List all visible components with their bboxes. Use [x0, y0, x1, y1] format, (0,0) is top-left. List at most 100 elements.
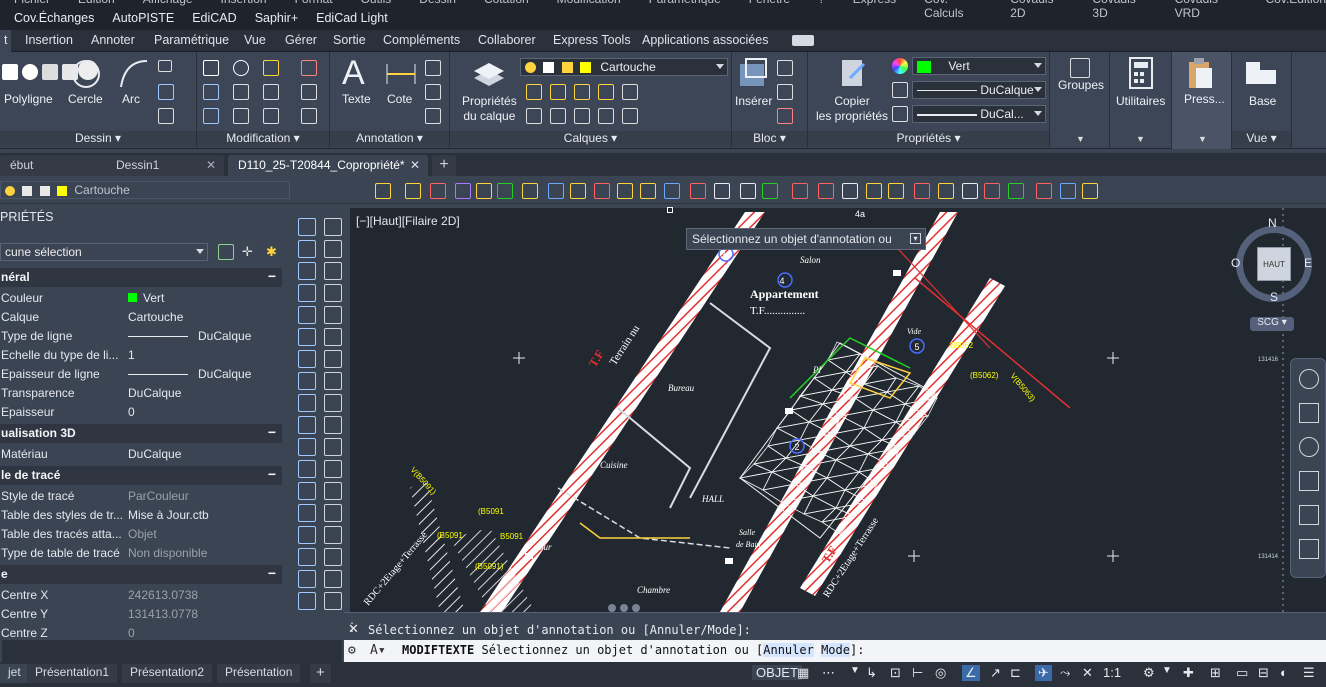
ortho-icon[interactable]: ⊢ — [912, 665, 923, 681]
menu-top-item[interactable]: Covadis VRD — [1175, 0, 1238, 20]
modify-tool-icon[interactable] — [324, 504, 342, 522]
toolbar-tool-icon[interactable] — [888, 183, 904, 199]
calculator-icon[interactable] — [1128, 56, 1154, 90]
layer-properties-icon[interactable] — [470, 56, 508, 90]
leader-icon[interactable] — [425, 60, 441, 76]
menu-item[interactable]: Cov.Échanges — [14, 11, 94, 25]
workspace-gear-icon[interactable]: ⚙ — [1143, 665, 1155, 681]
customization-menu-icon[interactable]: ☰ — [1303, 665, 1315, 681]
annotation-monitor-plus-icon[interactable]: ✚ — [1183, 665, 1194, 681]
menu-top-item[interactable]: Paramétrique — [649, 0, 721, 6]
menu-top-item[interactable]: Insertion — [221, 0, 267, 6]
toolbar-tool-icon[interactable] — [818, 183, 834, 199]
explode-icon[interactable] — [301, 84, 317, 100]
toolbar-tool-icon[interactable] — [1008, 183, 1024, 199]
color-dropdown[interactable]: Vert — [912, 57, 1046, 75]
menu-top-item[interactable]: Dessin — [419, 0, 456, 6]
toolbar-tool-icon[interactable] — [1082, 183, 1098, 199]
toolbar-tool-icon[interactable] — [640, 183, 656, 199]
modify-tool-icon[interactable] — [324, 460, 342, 478]
ribbon-tab-parametrique[interactable]: Paramétrique — [154, 33, 229, 47]
quick-properties-icon[interactable]: ▭ — [1236, 665, 1248, 681]
annotation-visibility-icon[interactable]: ✈ — [1035, 665, 1052, 681]
property-row[interactable]: Type de table de tracé Non disponible — [0, 544, 282, 563]
ribbon-tab-collaborer[interactable]: Collaborer — [478, 33, 536, 47]
menu-top-item[interactable]: Cov.Édition — [1266, 0, 1326, 6]
layer-tool-3-icon[interactable] — [574, 84, 590, 100]
toolbar-tool-icon[interactable] — [1036, 183, 1052, 199]
property-section-trace[interactable]: le de tracé − — [0, 466, 282, 485]
command-grip[interactable]: ⋮ — [346, 620, 358, 660]
modify-tool-icon[interactable] — [324, 592, 342, 610]
toolbar-tool-icon[interactable] — [375, 183, 391, 199]
ribbon-tab-complements[interactable]: Compléments — [383, 33, 460, 47]
block-attribute-icon[interactable] — [777, 108, 793, 124]
menu-item[interactable]: AutoPISTE — [112, 11, 174, 25]
toolbar-tool-icon[interactable] — [740, 183, 756, 199]
auto-scale-icon[interactable]: ⤳ — [1060, 665, 1070, 681]
arc-tool-icon[interactable] — [117, 57, 151, 91]
menu-item[interactable]: Saphir+ — [255, 11, 298, 25]
toggle-pickadd-icon[interactable] — [218, 244, 234, 260]
layout-tab-model[interactable]: jet — [0, 664, 29, 683]
layer-properties-button[interactable]: Propriétés du calque — [462, 94, 517, 124]
collapse-icon[interactable]: − — [268, 268, 276, 284]
draw-tool-icon[interactable] — [298, 350, 316, 368]
table-icon[interactable] — [425, 108, 441, 124]
help-icon[interactable] — [22, 64, 38, 80]
toolbar-tool-icon[interactable] — [762, 183, 778, 199]
collapse-icon[interactable]: − — [268, 466, 276, 482]
grid-icon[interactable] — [2, 64, 18, 80]
property-section-visu3d[interactable]: ualisation 3D − — [0, 424, 282, 443]
layer-tool-5-icon[interactable] — [622, 84, 638, 100]
property-row[interactable]: Centre X 242613.0738 — [0, 586, 282, 605]
base-view-icon[interactable] — [1244, 60, 1278, 88]
modify-tool-icon[interactable] — [324, 570, 342, 588]
multileader-icon[interactable] — [425, 84, 441, 100]
toolbar-tool-icon[interactable] — [430, 183, 446, 199]
ribbon-tab-express-tools[interactable]: Express Tools — [553, 33, 631, 47]
snap-toggle-icon[interactable]: ⋯ — [822, 665, 835, 681]
zoom-icon[interactable] — [1299, 437, 1319, 457]
toolbar-tool-icon[interactable] — [938, 183, 954, 199]
presse-papiers-button[interactable]: Press... — [1184, 92, 1225, 106]
insert-block-icon[interactable] — [736, 56, 770, 90]
property-row[interactable]: Echelle du type de li... 1 — [0, 346, 282, 365]
draw-tool-icon[interactable] — [298, 262, 316, 280]
toolbar-tool-icon[interactable] — [1060, 183, 1076, 199]
layout-tab-presentation2[interactable]: Présentation2 — [122, 664, 213, 683]
polyligne-button[interactable]: Polyligne — [4, 92, 53, 106]
modify-tool-icon[interactable] — [324, 548, 342, 566]
draw-tool-icon[interactable] — [298, 284, 316, 302]
isolate-objects-icon[interactable]: ◐ — [1280, 665, 1288, 680]
clipboard-icon[interactable] — [1186, 56, 1216, 90]
toolbar-tool-icon[interactable] — [664, 183, 680, 199]
modify-tool-icon[interactable] — [324, 284, 342, 302]
model-space-button[interactable]: OBJET — [752, 665, 802, 680]
modify-tool-icon[interactable] — [324, 526, 342, 544]
utilitaires-button[interactable]: Utilitaires — [1116, 94, 1165, 108]
panel-title-annotation[interactable]: Annotation ▾ — [330, 131, 449, 147]
erase-icon[interactable] — [301, 60, 317, 76]
modify-tool-icon[interactable] — [324, 372, 342, 390]
toolbar-tool-icon[interactable] — [842, 183, 858, 199]
base-button[interactable]: Base — [1249, 94, 1276, 108]
trim-icon[interactable] — [263, 60, 279, 76]
copier-proprietes-button[interactable]: Copier les propriétés — [816, 94, 888, 124]
command-line[interactable]: ⚙ A▾ MODIFTEXTE Sélectionnez un objet d'… — [2, 640, 1326, 662]
showmotion-icon[interactable] — [1299, 505, 1319, 525]
selection-dropdown[interactable]: cune sélection — [0, 243, 208, 261]
layer-tool-2-icon[interactable] — [550, 84, 566, 100]
edit-block-icon[interactable] — [777, 84, 793, 100]
chevron-down-icon[interactable]: ▼ — [1162, 665, 1172, 676]
drawing-canvas[interactable]: [−][Haut][Filaire 2D] Salon Appartement … — [350, 208, 1326, 612]
modify-tool-icon[interactable] — [324, 306, 342, 324]
layer-toolbar-dropdown[interactable]: Cartouche — [0, 181, 290, 199]
cercle-button[interactable]: Cercle — [68, 92, 103, 106]
property-row[interactable]: Table des styles de tr... Mise à Jour.ctb — [0, 506, 282, 525]
array-icon[interactable] — [263, 108, 279, 124]
draw-tool-icon[interactable] — [298, 306, 316, 324]
toolbar-tool-icon[interactable] — [476, 183, 492, 199]
dimension-tool-icon[interactable] — [384, 60, 418, 88]
draw-tool-icon[interactable] — [298, 460, 316, 478]
